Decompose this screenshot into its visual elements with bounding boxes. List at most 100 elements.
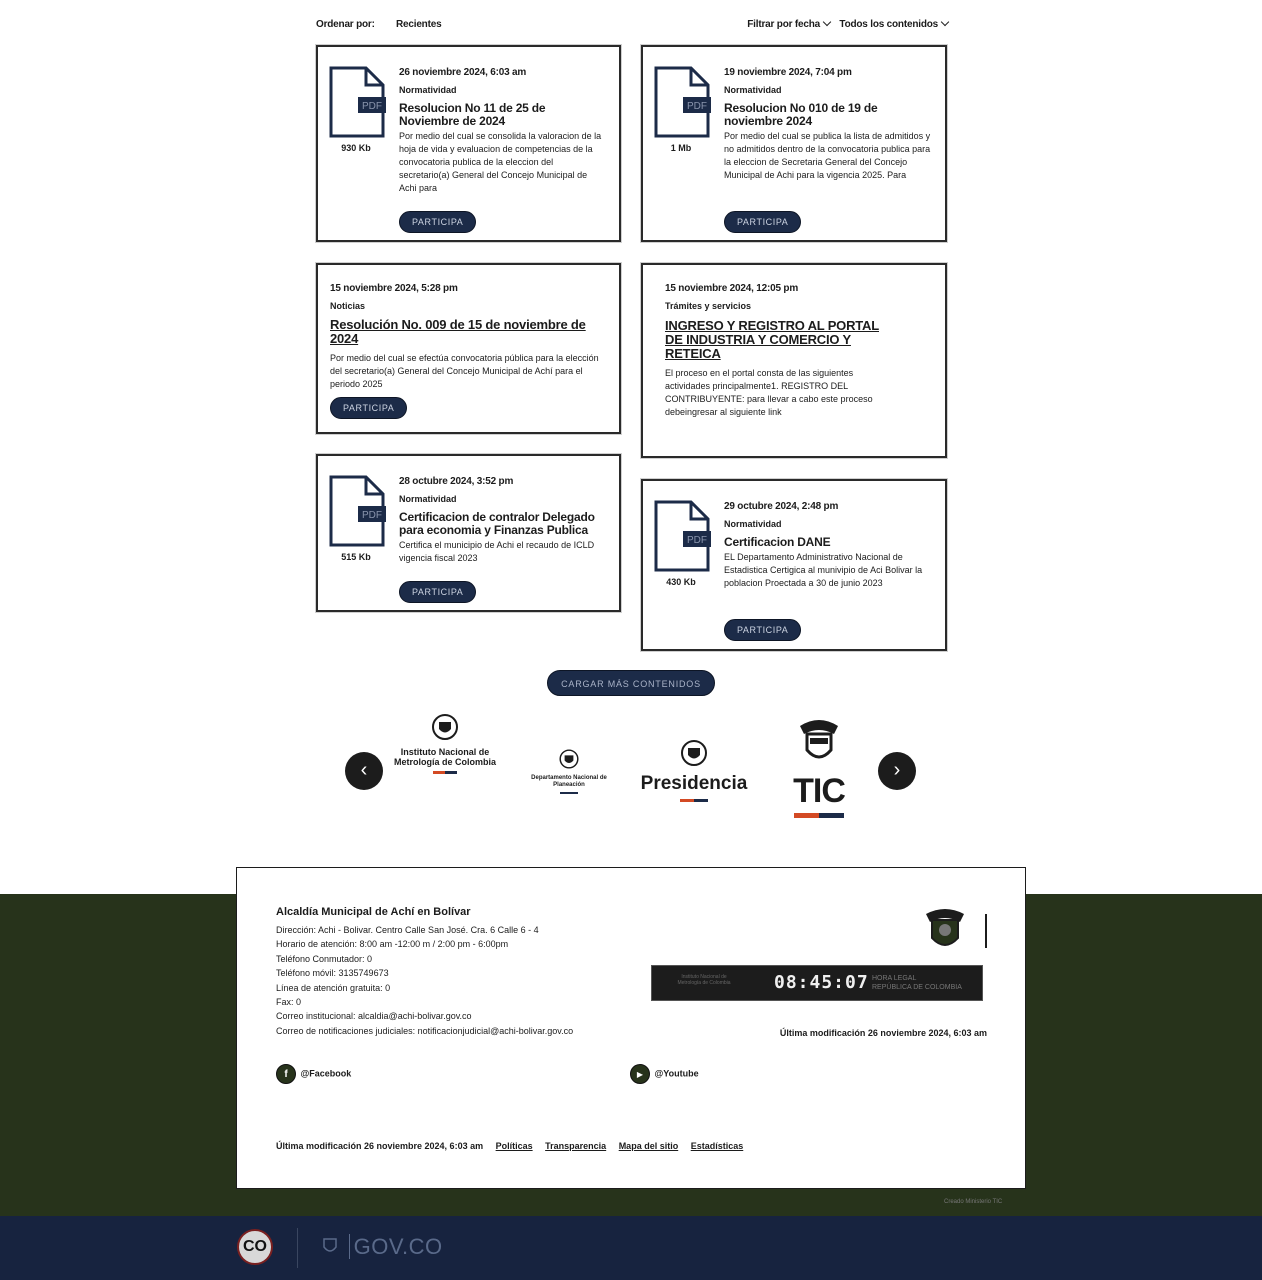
card-description: Certifica el municipio de Achi el recaud… <box>399 540 595 563</box>
card-date: 19 noviembre 2024, 7:04 pm <box>724 67 852 78</box>
footer-contact-info: Dirección: Achi - Bolivar. Centro Calle … <box>276 923 573 1038</box>
link-mapa-sitio[interactable]: Mapa del sitio <box>619 1141 679 1151</box>
pdf-file-icon[interactable]: PDF 515 Kb <box>328 474 386 562</box>
content-card: PDF 515 Kb 28 octubre 2024, 3:52 pm Norm… <box>316 454 621 612</box>
pdf-document-icon: PDF <box>329 475 386 547</box>
sort-label: Ordenar por: <box>316 19 375 30</box>
credit-text[interactable]: Creado Ministerio TIC <box>944 1199 1002 1205</box>
svg-text:PDF: PDF <box>362 510 382 521</box>
participa-button[interactable]: PARTICIPA <box>724 211 802 233</box>
card-description: Por medio del cual se efectúa convocator… <box>330 353 599 389</box>
chevron-down-icon <box>940 17 950 27</box>
clock-label: HORA LEGAL REPÚBLICA DE COLOMBIA <box>872 974 962 992</box>
card-category: Normatividad <box>724 85 782 95</box>
card-category: Normatividad <box>399 85 457 95</box>
card-title[interactable]: Certificacion de contralor Delegado para… <box>399 511 604 537</box>
footer-hours: Horario de atención: 8:00 am -12:00 m / … <box>276 939 509 950</box>
coat-of-arms-icon <box>681 740 707 766</box>
load-more-button[interactable]: CARGAR MÁS CONTENIDOS <box>547 670 715 696</box>
footer-fax: Fax: 0 <box>276 997 302 1008</box>
footer-bottom-bar: Última modificación 26 noviembre 2024, 6… <box>276 1141 743 1151</box>
filter-content-label: Todos los contenidos <box>839 19 938 30</box>
logo-tic[interactable]: TIC <box>784 716 854 818</box>
last-modified: Última modificación 26 noviembre 2024, 6… <box>779 1028 987 1038</box>
logo-presidencia-name: Presidencia <box>640 773 748 794</box>
filter-date-dropdown[interactable]: Filtrar por fecha <box>747 17 832 30</box>
card-date: 29 octubre 2024, 2:48 pm <box>724 501 839 512</box>
pdf-document-icon: PDF <box>654 66 711 138</box>
participa-button[interactable]: PARTICIPA <box>399 211 477 233</box>
municipal-crest-icon <box>922 906 968 959</box>
footer-card: Alcaldía Municipal de Achí en Bolívar Di… <box>236 867 1026 1189</box>
card-date: 28 octubre 2024, 3:52 pm <box>399 476 514 487</box>
coat-of-arms-icon <box>432 714 458 740</box>
card-description: Por medio del cual se consolida la valor… <box>399 131 602 193</box>
file-size: 1 Mb <box>670 143 692 153</box>
gov-co-link[interactable]: GOV.CO <box>322 1234 443 1260</box>
flag-stripe-icon <box>680 799 708 802</box>
co-logo-icon[interactable]: CO <box>237 1229 273 1265</box>
svg-text:PDF: PDF <box>687 535 707 546</box>
logo-dnp[interactable]: Departamento Nacional de Planeación <box>526 748 612 794</box>
chevron-left-icon: ‹ <box>360 759 368 781</box>
filter-content-dropdown[interactable]: Todos los contenidos <box>839 17 950 30</box>
card-category: Normatividad <box>724 519 782 529</box>
pdf-file-icon[interactable]: PDF 430 Kb <box>653 499 711 587</box>
flag-stripe-icon <box>794 813 844 818</box>
participa-button[interactable]: PARTICIPA <box>330 397 408 419</box>
card-title[interactable]: Certificacion DANE <box>724 536 932 549</box>
footer-email: Correo institucional: alcaldia@achi-boli… <box>276 1011 472 1022</box>
logo-presidencia[interactable]: Presidencia <box>640 738 748 802</box>
file-size: 515 Kb <box>341 552 371 562</box>
shield-icon <box>323 1238 337 1252</box>
content-card: PDF 1 Mb 19 noviembre 2024, 7:04 pm Norm… <box>641 45 947 242</box>
youtube-link[interactable]: ▶ @Youtube <box>630 1064 699 1084</box>
pdf-file-icon[interactable]: PDF 930 Kb <box>328 65 386 153</box>
content-card: PDF 430 Kb 29 octubre 2024, 2:48 pm Norm… <box>641 479 947 651</box>
facebook-icon: f <box>276 1064 296 1084</box>
card-date: 15 noviembre 2024, 12:05 pm <box>665 283 799 294</box>
chevron-right-icon: › <box>893 759 901 781</box>
pdf-document-icon: PDF <box>654 500 711 572</box>
sort-bar: Ordenar por: Recientes Filtrar por fecha… <box>316 16 950 34</box>
footer-mobile: Teléfono móvil: 3135749673 <box>276 968 389 979</box>
participa-button[interactable]: PARTICIPA <box>724 619 802 641</box>
svg-text:PDF: PDF <box>687 101 707 112</box>
carousel-next-button[interactable]: › <box>878 752 916 790</box>
card-category: Normatividad <box>399 494 457 504</box>
card-category: Trámites y servicios <box>665 301 752 311</box>
card-title[interactable]: Resolucion No 11 de 25 de Noviembre de 2… <box>399 102 604 128</box>
divider <box>297 1228 298 1268</box>
content-card: PDF 930 Kb 26 noviembre 2024, 6:03 am No… <box>316 45 621 242</box>
participa-button[interactable]: PARTICIPA <box>399 581 477 603</box>
card-title-link[interactable]: Resolución No. 009 de 15 de noviembre de… <box>330 318 605 346</box>
link-estadisticas[interactable]: Estadísticas <box>691 1141 744 1151</box>
divider <box>985 914 987 948</box>
clock-label-line2: REPÚBLICA DE COLOMBIA <box>872 984 962 991</box>
logo-inm-name: Instituto Nacional de Metrología de Colo… <box>393 747 496 767</box>
facebook-label: @Facebook <box>300 1068 352 1079</box>
youtube-icon: ▶ <box>630 1064 650 1084</box>
logo-inm[interactable]: Instituto Nacional de Metrología de Colo… <box>386 712 504 774</box>
card-title-link[interactable]: INGRESO Y REGISTRO AL PORTAL DE INDUSTRI… <box>665 319 880 361</box>
footer-title: Alcaldía Municipal de Achí en Bolívar <box>276 906 471 918</box>
carousel-prev-button[interactable]: ‹ <box>345 752 383 790</box>
legal-time-clock[interactable]: Instituto Nacional de Metrología de Colo… <box>651 965 983 1001</box>
svg-text:PDF: PDF <box>362 101 382 112</box>
flag-stripe-icon <box>560 792 578 794</box>
clock-label-line1: HORA LEGAL <box>872 975 917 982</box>
sort-select[interactable]: Recientes <box>396 19 442 30</box>
link-politicas[interactable]: Políticas <box>496 1141 533 1151</box>
coat-of-arms-icon <box>800 720 838 759</box>
facebook-link[interactable]: f @Facebook <box>276 1064 351 1084</box>
inm-seal-text: Instituto Nacional de Metrología de Colo… <box>677 974 731 986</box>
link-transparencia[interactable]: Transparencia <box>545 1141 606 1151</box>
card-category: Noticias <box>330 301 366 311</box>
youtube-label: @Youtube <box>654 1068 699 1079</box>
footer-phone: Teléfono Conmutador: 0 <box>276 953 373 964</box>
pdf-document-icon: PDF <box>329 66 386 138</box>
pdf-file-icon[interactable]: PDF 1 Mb <box>653 65 711 153</box>
card-date: 26 noviembre 2024, 6:03 am <box>399 67 527 78</box>
card-title[interactable]: Resolucion No 010 de 19 de noviembre 202… <box>724 102 932 128</box>
logo-tic-name: TIC <box>793 772 846 810</box>
